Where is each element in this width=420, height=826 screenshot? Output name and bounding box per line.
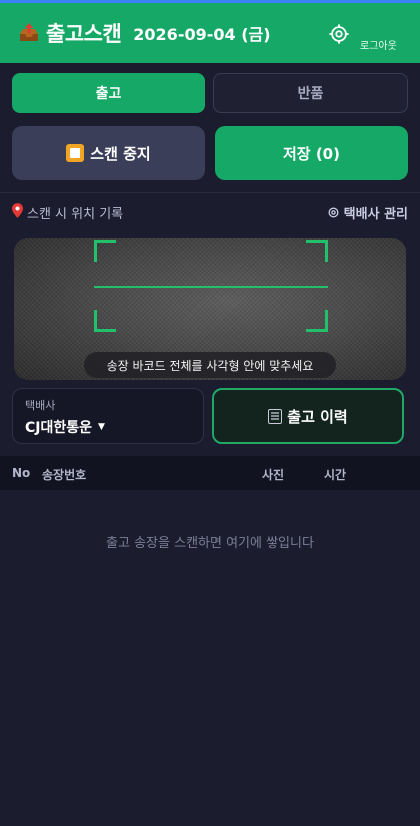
history-label: 출고 이력 (287, 407, 348, 426)
tab-outbound[interactable]: 출고 (12, 73, 205, 113)
column-photo: 사진 (262, 468, 285, 482)
section-divider (0, 192, 420, 193)
mode-tabs: 출고 반품 (12, 73, 408, 113)
location-record-label: 스캔 시 위치 기록 (27, 206, 124, 222)
camera-preview[interactable]: 송장 바코드 전체를 사각형 안에 맞추세요 (14, 238, 406, 380)
scan-frame-corner (94, 310, 116, 332)
courier-manage-link[interactable]: 택배사 관리 (327, 203, 408, 222)
settings-gear-icon[interactable] (328, 23, 350, 45)
camera-hint: 송장 바코드 전체를 사각형 안에 맞추세요 (84, 352, 336, 378)
stop-square-icon (66, 144, 85, 162)
page-title: 출고스캔 (46, 22, 122, 46)
empty-state-message: 출고 송장을 스캔하면 여기에 쌓입니다 (106, 536, 314, 551)
save-button[interactable]: 저장 (0) (215, 126, 408, 180)
scan-frame-corner (306, 310, 328, 332)
location-pin-icon (12, 202, 23, 222)
column-no: No (12, 466, 31, 480)
courier-manage-label: 택배사 관리 (343, 206, 408, 222)
history-button[interactable]: 출고 이력 (212, 388, 404, 444)
scan-frame-corner (306, 240, 328, 262)
logout-link[interactable]: 로그아웃 (360, 37, 397, 52)
location-record-toggle[interactable]: 스캔 시 위치 기록 (12, 202, 124, 222)
courier-select[interactable]: 택배사 CJ대한통운 ▼ (12, 388, 204, 444)
courier-label: 택배사 (25, 399, 56, 412)
gear-icon (327, 206, 340, 219)
stop-scan-button[interactable]: 스캔 중지 (12, 126, 205, 180)
stop-scan-label: 스캔 중지 (90, 144, 151, 163)
header-date: 2026-09-04 (금) (133, 25, 271, 44)
dropdown-caret-icon: ▼ (98, 422, 105, 432)
column-invoice: 송장번호 (42, 468, 87, 482)
app-header: 출고스캔 2026-09-04 (금) 로그아웃 (0, 3, 420, 63)
column-time: 시간 (324, 468, 347, 482)
scan-frame-corner (94, 240, 116, 262)
action-buttons: 스캔 중지 저장 (0) (12, 126, 408, 180)
tab-return[interactable]: 반품 (213, 73, 408, 113)
scan-line (94, 286, 328, 288)
list-icon (268, 408, 283, 424)
outbox-tray-icon (16, 20, 42, 46)
location-row: 스캔 시 위치 기록 택배사 관리 (12, 200, 408, 224)
table-header: No 송장번호 사진 시간 (0, 456, 420, 490)
courier-value: CJ대한통운 (25, 420, 93, 436)
